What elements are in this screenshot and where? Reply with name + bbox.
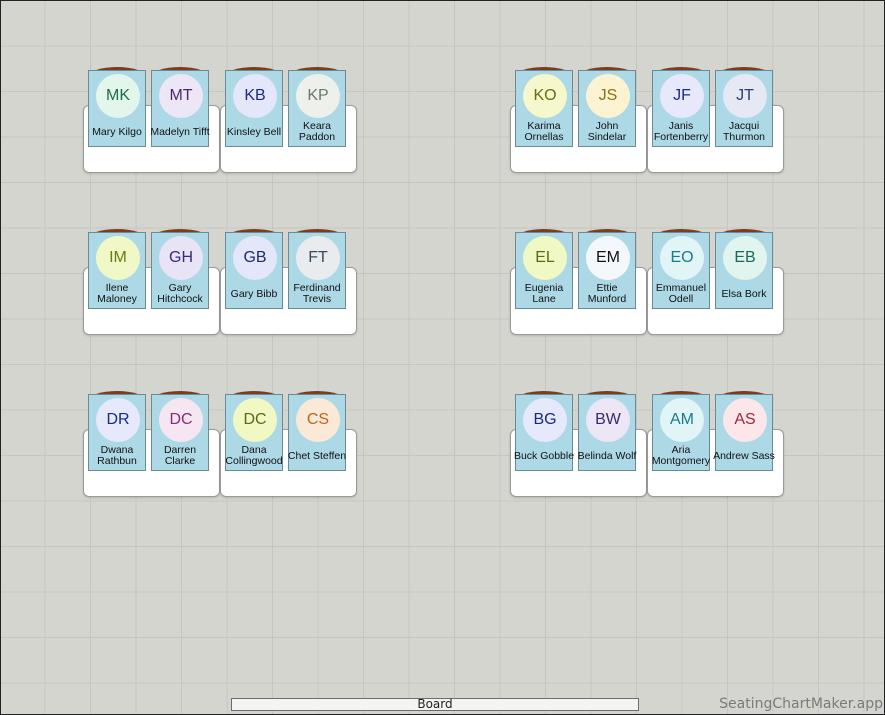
student-avatar: IM: [96, 236, 140, 280]
student-avatar: DR: [96, 398, 140, 442]
student-name: Chet Steffen: [287, 450, 347, 462]
student-seat-card[interactable]: BG Buck Gobble: [513, 394, 575, 471]
student-avatar: DC: [233, 398, 277, 442]
student-name: Kinsley Bell: [226, 126, 282, 138]
student-seat-card[interactable]: MK Mary Kilgo: [88, 70, 146, 147]
student-seat-card[interactable]: CS Chet Steffen: [288, 394, 346, 471]
student-avatar: BG: [523, 398, 567, 442]
student-avatar: FT: [296, 236, 340, 280]
student-seat-card[interactable]: JS John Sindelar: [578, 70, 636, 147]
student-name: Ettie Munford: [587, 282, 627, 305]
watermark: SeatingChartMaker.app: [719, 696, 883, 712]
student-name: Darren Clarke: [163, 444, 197, 467]
student-seat-card[interactable]: GH Gary Hitchcock: [151, 232, 209, 309]
student-name: Eugenia Lane: [524, 282, 564, 305]
student-seat-card[interactable]: MT Madelyn Tifft: [150, 70, 210, 147]
student-name: Jacqui Thurmon: [722, 120, 765, 143]
student-avatar: AM: [660, 398, 704, 442]
student-name: Ferdinand Trevis: [293, 282, 341, 305]
student-seat-card[interactable]: EL Eugenia Lane: [515, 232, 573, 309]
student-seat-card[interactable]: KO Karima Ornellas: [515, 70, 573, 147]
student-avatar: JT: [723, 74, 767, 118]
student-name: Gary Hitchcock: [157, 282, 203, 305]
student-seat-card[interactable]: KP Keara Paddon: [288, 70, 346, 147]
student-name: Karima Ornellas: [524, 120, 564, 143]
student-name: Elsa Bork: [721, 288, 767, 300]
student-avatar: MK: [96, 74, 140, 118]
student-name: John Sindelar: [587, 120, 627, 143]
student-seat-card[interactable]: BW Belinda Wolf: [578, 394, 636, 471]
student-avatar: EM: [586, 236, 630, 280]
student-seat-card[interactable]: DR Dwana Rathbun: [88, 394, 146, 471]
student-seat-card[interactable]: KB Kinsley Bell: [225, 70, 283, 147]
student-avatar: GB: [233, 236, 277, 280]
student-avatar: DC: [159, 398, 203, 442]
student-seat-card[interactable]: AM Aria Montgomery: [652, 394, 710, 471]
student-name: Buck Gobble: [513, 450, 575, 462]
student-name: Dana Collingwood: [225, 444, 283, 467]
student-seat-card[interactable]: EM Ettie Munford: [578, 232, 636, 309]
student-seat-card[interactable]: DC Dana Collingwood: [225, 394, 283, 471]
student-seat-card[interactable]: EO Emmanuel Odell: [652, 232, 710, 309]
student-name: Belinda Wolf: [577, 450, 637, 462]
student-name: Andrew Sass: [713, 450, 775, 462]
student-avatar: KP: [296, 74, 340, 118]
student-avatar: CS: [296, 398, 340, 442]
student-seat-card[interactable]: AS Andrew Sass: [713, 394, 775, 471]
student-avatar: EL: [523, 236, 567, 280]
student-avatar: JS: [586, 74, 630, 118]
student-avatar: BW: [586, 398, 630, 442]
student-avatar: JF: [660, 74, 704, 118]
student-avatar: AS: [723, 398, 767, 442]
student-seat-card[interactable]: JT Jacqui Thurmon: [715, 70, 773, 147]
student-seat-card[interactable]: GB Gary Bibb: [225, 232, 283, 309]
student-name: Keara Paddon: [298, 120, 336, 143]
student-seat-card[interactable]: EB Elsa Bork: [715, 232, 773, 309]
student-name: Emmanuel Odell: [655, 282, 707, 305]
student-avatar: MT: [159, 74, 203, 118]
student-avatar: EB: [723, 236, 767, 280]
student-seat-card[interactable]: FT Ferdinand Trevis: [288, 232, 346, 309]
student-name: Janis Fortenberry: [653, 120, 709, 143]
student-seat-card[interactable]: DC Darren Clarke: [151, 394, 209, 471]
student-name: Ilene Maloney: [97, 282, 137, 305]
student-seat-card[interactable]: JF Janis Fortenberry: [652, 70, 710, 147]
student-name: Mary Kilgo: [92, 126, 142, 138]
student-name: Madelyn Tifft: [150, 126, 210, 138]
student-avatar: KB: [233, 74, 277, 118]
student-avatar: KO: [523, 74, 567, 118]
student-avatar: GH: [159, 236, 203, 280]
student-name: Gary Bibb: [230, 288, 278, 300]
student-avatar: EO: [660, 236, 704, 280]
student-seat-card[interactable]: IM Ilene Maloney: [88, 232, 146, 309]
board[interactable]: Board: [231, 698, 639, 711]
student-name: Dwana Rathbun: [97, 444, 137, 467]
student-name: Aria Montgomery: [651, 444, 711, 467]
